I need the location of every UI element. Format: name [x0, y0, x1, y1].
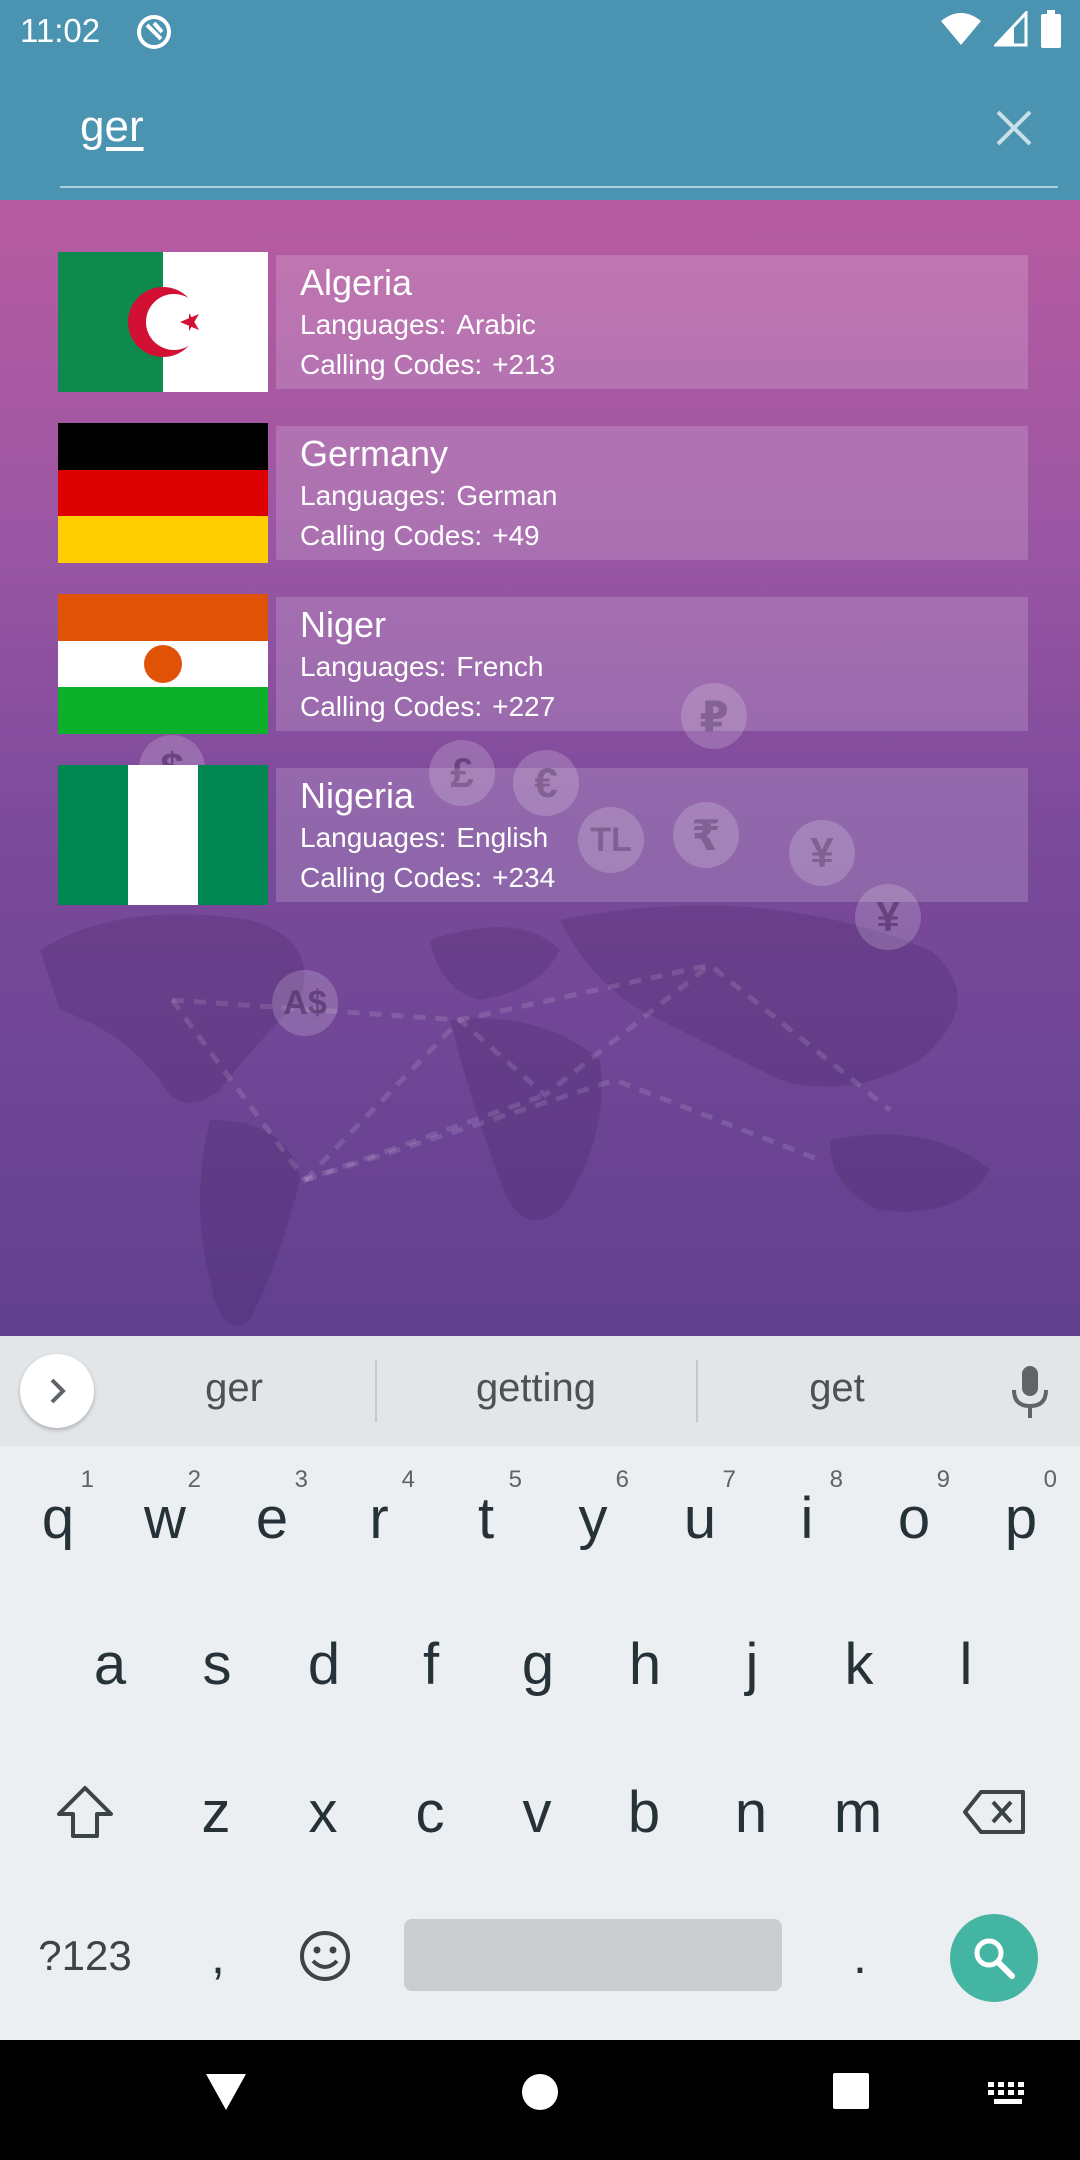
- key-b[interactable]: b: [594, 1752, 694, 1872]
- country-row-niger[interactable]: Niger Languages: French Calling Codes: +22…: [58, 594, 1028, 734]
- comma-key[interactable]: ,: [168, 1896, 268, 2016]
- key-hint: 9: [936, 1466, 950, 1493]
- key-v[interactable]: v: [487, 1752, 587, 1872]
- suggestion-3[interactable]: get: [697, 1366, 977, 1411]
- key-o[interactable]: o9: [864, 1458, 964, 1578]
- country-name: Nigeria: [300, 775, 415, 816]
- key-hint: 0: [1043, 1466, 1057, 1493]
- suggestion-divider: [375, 1360, 377, 1422]
- calling-codes-line: Calling Codes: +213: [300, 349, 556, 380]
- space-key[interactable]: [404, 1919, 782, 1991]
- country-info: Nigeria Languages: English Calling Codes:…: [276, 768, 1028, 902]
- key-hint: 7: [722, 1466, 736, 1493]
- battery-icon: [1041, 10, 1061, 48]
- country-name: Germany: [300, 433, 449, 474]
- app-notification-icon: [137, 15, 171, 49]
- period-key[interactable]: .: [810, 1896, 910, 2016]
- backspace-key[interactable]: [944, 1752, 1044, 1872]
- country-row-germany[interactable]: Germany Languages: German Calling Codes: +…: [58, 423, 1028, 563]
- languages-line: Languages: French: [300, 651, 544, 682]
- key-hint: 5: [508, 1466, 522, 1493]
- niger-flag-icon: [58, 594, 268, 734]
- shift-key[interactable]: [35, 1752, 135, 1872]
- keyboard-switch-icon[interactable]: [986, 2080, 1030, 2106]
- key-l[interactable]: l: [916, 1604, 1016, 1724]
- algeria-flag-icon: [58, 252, 268, 392]
- languages-line: Languages: German: [300, 480, 558, 511]
- back-icon[interactable]: [204, 2072, 248, 2112]
- results-area: $£€₽TL₹¥¥A$ Algeria Languages:Arabic Cal…: [0, 200, 1080, 1336]
- chevron-right-icon: [50, 1378, 66, 1404]
- key-g[interactable]: g: [488, 1604, 588, 1724]
- microphone-icon[interactable]: [1008, 1364, 1052, 1420]
- key-h[interactable]: h: [595, 1604, 695, 1724]
- navigation-bar: [0, 2040, 1080, 2160]
- cellular-signal-icon: [994, 11, 1028, 47]
- shift-icon: [57, 1786, 113, 1838]
- key-x[interactable]: x: [273, 1752, 373, 1872]
- emoji-icon: [300, 1931, 350, 1981]
- search-underline: [60, 186, 1058, 188]
- key-d[interactable]: d: [274, 1604, 374, 1724]
- calling-codes-line: Calling Codes: +234: [300, 862, 556, 893]
- status-icons: [940, 10, 1062, 48]
- key-n[interactable]: n: [701, 1752, 801, 1872]
- key-hint: 4: [401, 1466, 415, 1493]
- country-name: Niger: [300, 604, 387, 645]
- soft-keyboard: ger getting get q1w2e3r4t5y6u7i8o9p0 asdf…: [0, 1336, 1080, 2040]
- key-a[interactable]: a: [60, 1604, 160, 1724]
- key-y[interactable]: y6: [543, 1458, 643, 1578]
- key-r[interactable]: r4: [329, 1458, 429, 1578]
- currency-symbol: A$: [272, 970, 338, 1036]
- suggestion-2[interactable]: getting: [396, 1366, 676, 1411]
- germany-flag-icon: [58, 423, 268, 563]
- search-input[interactable]: ger: [80, 102, 144, 152]
- nigeria-flag-icon: [58, 765, 268, 905]
- key-f[interactable]: f: [381, 1604, 481, 1724]
- key-hint: 3: [294, 1466, 308, 1493]
- close-icon[interactable]: [990, 104, 1038, 152]
- key-i[interactable]: i8: [757, 1458, 857, 1578]
- emoji-key[interactable]: [275, 1896, 375, 2016]
- languages-line: Languages: Arabic: [300, 309, 536, 340]
- key-w[interactable]: w2: [115, 1458, 215, 1578]
- key-hint: 8: [829, 1466, 843, 1493]
- wifi-icon: [941, 13, 981, 45]
- world-map-background: [40, 905, 990, 1325]
- languages-line: Languages: English: [300, 822, 549, 853]
- key-z[interactable]: z: [166, 1752, 266, 1872]
- search-key[interactable]: [950, 1914, 1038, 2002]
- key-t[interactable]: t5: [436, 1458, 536, 1578]
- country-row-nigeria[interactable]: Nigeria Languages: English Calling Codes:…: [58, 765, 1028, 905]
- country-info: Germany Languages: German Calling Codes: +…: [276, 426, 1028, 560]
- backspace-icon: [963, 1790, 1025, 1834]
- key-k[interactable]: k: [809, 1604, 909, 1724]
- country-name: Algeria: [300, 262, 413, 303]
- app-header: 11:02 ger: [0, 0, 1080, 200]
- calling-codes-line: Calling Codes: +49: [300, 520, 540, 551]
- key-hint: 1: [80, 1466, 94, 1493]
- recent-apps-icon[interactable]: [832, 2072, 870, 2110]
- key-c[interactable]: c: [380, 1752, 480, 1872]
- key-s[interactable]: s: [167, 1604, 267, 1724]
- suggestion-1[interactable]: ger: [94, 1366, 374, 1411]
- suggestion-bar: ger getting get: [0, 1336, 1080, 1446]
- key-p[interactable]: p0: [971, 1458, 1071, 1578]
- key-m[interactable]: m: [808, 1752, 908, 1872]
- country-info: Niger Languages: French Calling Codes: +22…: [276, 597, 1028, 731]
- status-time: 11:02: [20, 12, 101, 49]
- key-e[interactable]: e3: [222, 1458, 322, 1578]
- key-q[interactable]: q1: [8, 1458, 108, 1578]
- country-info: Algeria Languages: Arabic Calling Codes: +…: [276, 255, 1028, 389]
- calling-codes-line: Calling Codes: +227: [300, 691, 556, 722]
- home-icon[interactable]: [520, 2072, 560, 2112]
- expand-toolbar-button[interactable]: [20, 1354, 94, 1428]
- key-j[interactable]: j: [702, 1604, 802, 1724]
- symbols-key[interactable]: ?123: [22, 1896, 148, 2016]
- country-row-algeria[interactable]: Algeria Languages: Arabic Calling Codes: +…: [58, 252, 1028, 392]
- search-icon: [974, 1938, 1015, 1979]
- key-u[interactable]: u7: [650, 1458, 750, 1578]
- key-hint: 6: [615, 1466, 629, 1493]
- key-hint: 2: [187, 1466, 201, 1493]
